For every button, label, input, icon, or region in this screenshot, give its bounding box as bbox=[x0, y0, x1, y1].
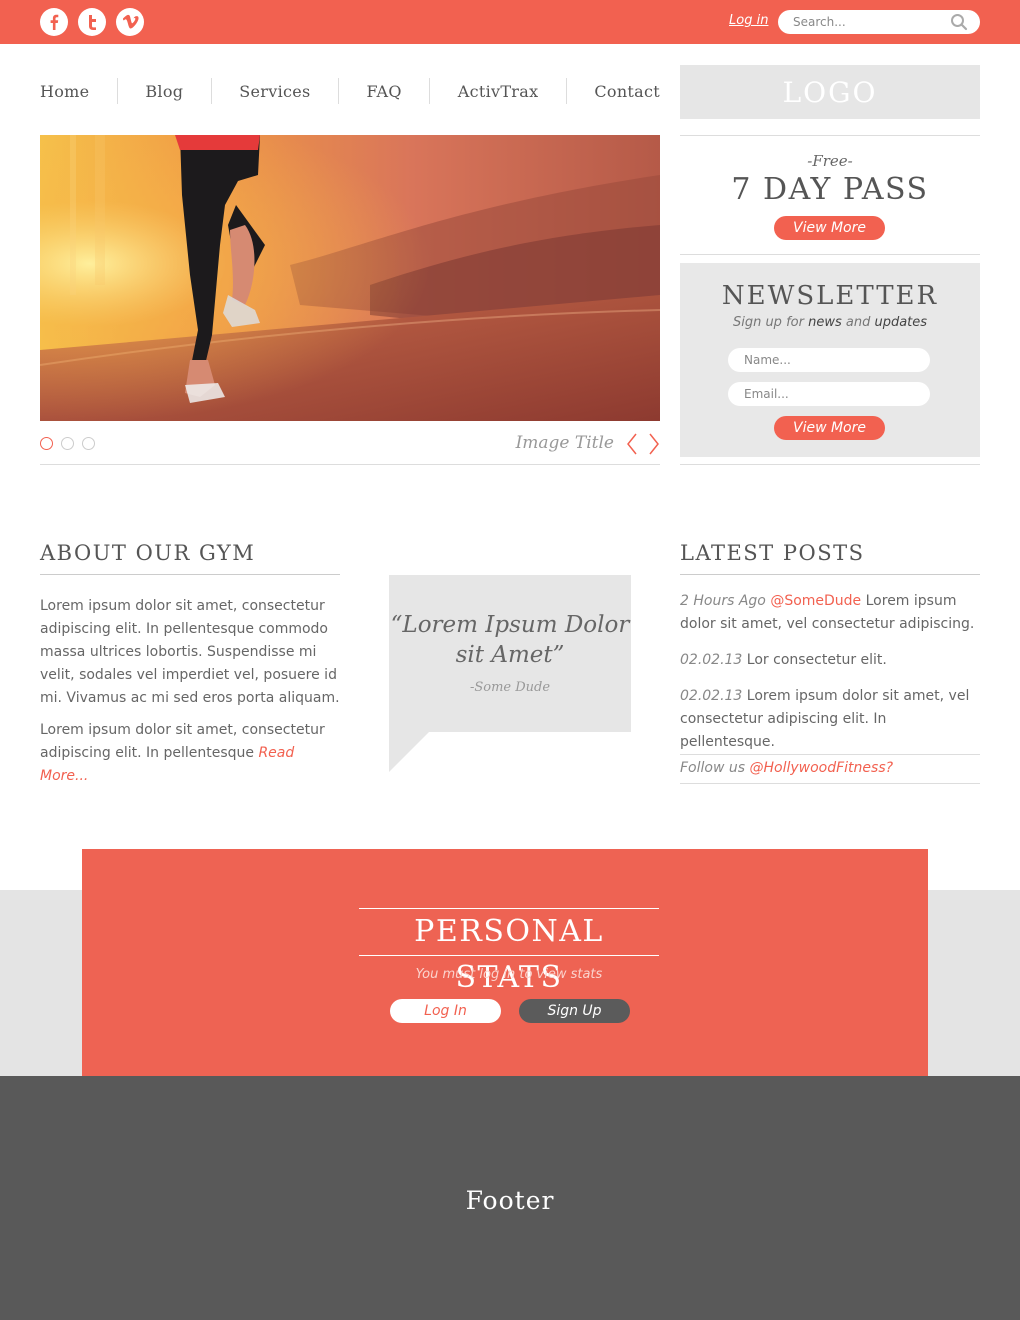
divider bbox=[40, 464, 660, 465]
next-arrow-icon[interactable] bbox=[648, 433, 660, 459]
main-nav: Home Blog Services FAQ ActivTrax Contact bbox=[40, 78, 660, 104]
newsletter-subtitle-text: Sign up for bbox=[732, 315, 809, 330]
newsletter-subtitle-text: and bbox=[841, 315, 875, 330]
slider-dot[interactable] bbox=[40, 437, 53, 450]
post-text: Lor consectetur elit. bbox=[742, 652, 887, 668]
nav-item-blog[interactable]: Blog bbox=[145, 82, 183, 101]
nav-item-activtrax[interactable]: ActivTrax bbox=[458, 82, 539, 101]
quote-tail bbox=[389, 731, 430, 772]
divider bbox=[40, 574, 340, 575]
divider bbox=[680, 464, 980, 465]
divider bbox=[680, 135, 980, 136]
divider bbox=[680, 574, 980, 575]
hero-image bbox=[40, 135, 660, 421]
email-field[interactable] bbox=[728, 382, 930, 406]
newsletter-subtitle: Sign up for news and updates bbox=[680, 315, 980, 330]
divider bbox=[680, 254, 980, 255]
posts-title: LATEST POSTS bbox=[680, 541, 865, 565]
vimeo-icon[interactable] bbox=[116, 8, 144, 36]
follow-handle-link[interactable]: @HollywoodFitness? bbox=[749, 760, 893, 776]
quote-text: “Lorem Ipsum Dolor sit Amet” bbox=[390, 612, 630, 668]
nav-item-home[interactable]: Home bbox=[40, 82, 89, 101]
slider-dot[interactable] bbox=[82, 437, 95, 450]
newsletter-view-more-button[interactable]: View More bbox=[774, 416, 885, 440]
free-label: -Free- bbox=[807, 152, 853, 170]
pass-view-more-button[interactable]: View More bbox=[774, 216, 885, 240]
follow-text: Follow us bbox=[680, 760, 750, 776]
nav-item-faq[interactable]: FAQ bbox=[366, 82, 401, 101]
footer: Footer bbox=[0, 1076, 1020, 1320]
stats-title: PERSONAL STATS bbox=[359, 908, 659, 995]
prev-arrow-icon[interactable] bbox=[626, 433, 638, 459]
post-user-link[interactable]: @SomeDude bbox=[770, 593, 861, 609]
post-item: 02.02.13 Lorem ipsum dolor sit amet, vel… bbox=[680, 685, 980, 754]
name-field[interactable] bbox=[728, 348, 930, 372]
post-date: 02.02.13 bbox=[680, 688, 743, 704]
facebook-icon[interactable] bbox=[40, 8, 68, 36]
nav-divider bbox=[565, 78, 567, 104]
quote-author: -Some Dude bbox=[469, 680, 551, 695]
stats-subtitle: You must log in to view stats bbox=[415, 967, 603, 982]
about-title: ABOUT OUR GYM bbox=[40, 541, 256, 565]
newsletter-subtitle-news: news bbox=[808, 315, 842, 330]
newsletter-title: NEWSLETTER bbox=[721, 281, 939, 311]
newsletter-subtitle-updates: updates bbox=[874, 315, 928, 330]
follow-line: Follow us @HollywoodFitness? bbox=[680, 760, 893, 776]
post-item: 02.02.13 Lor consectetur elit. bbox=[680, 649, 980, 672]
post-date: 2 Hours Ago bbox=[680, 593, 766, 609]
about-paragraph: Lorem ipsum dolor sit amet, consectetur … bbox=[40, 719, 345, 788]
twitter-icon[interactable] bbox=[78, 8, 106, 36]
nav-divider bbox=[338, 78, 340, 104]
stats-login-button[interactable]: Log In bbox=[390, 999, 501, 1023]
login-link[interactable]: Log in bbox=[729, 13, 768, 28]
newsletter-panel: NEWSLETTER Sign up for news and updates … bbox=[680, 263, 980, 457]
logo[interactable]: LOGO bbox=[680, 65, 980, 119]
divider bbox=[680, 754, 980, 755]
post-item: 2 Hours Ago @SomeDude Lorem ipsum dolor … bbox=[680, 590, 980, 636]
nav-item-services[interactable]: Services bbox=[239, 82, 310, 101]
footer-text: Footer bbox=[465, 1186, 555, 1215]
search-icon[interactable] bbox=[950, 13, 968, 35]
post-date: 02.02.13 bbox=[680, 652, 743, 668]
pass-title: 7 DAY PASS bbox=[731, 172, 929, 207]
divider bbox=[680, 783, 980, 784]
nav-divider bbox=[210, 78, 212, 104]
stats-signup-button[interactable]: Sign Up bbox=[519, 999, 630, 1023]
nav-divider bbox=[429, 78, 431, 104]
slider-dot[interactable] bbox=[61, 437, 74, 450]
nav-divider bbox=[116, 78, 118, 104]
image-title: Image Title bbox=[515, 433, 614, 453]
nav-item-contact[interactable]: Contact bbox=[594, 82, 660, 101]
about-paragraph: Lorem ipsum dolor sit amet, consectetur … bbox=[40, 598, 340, 706]
